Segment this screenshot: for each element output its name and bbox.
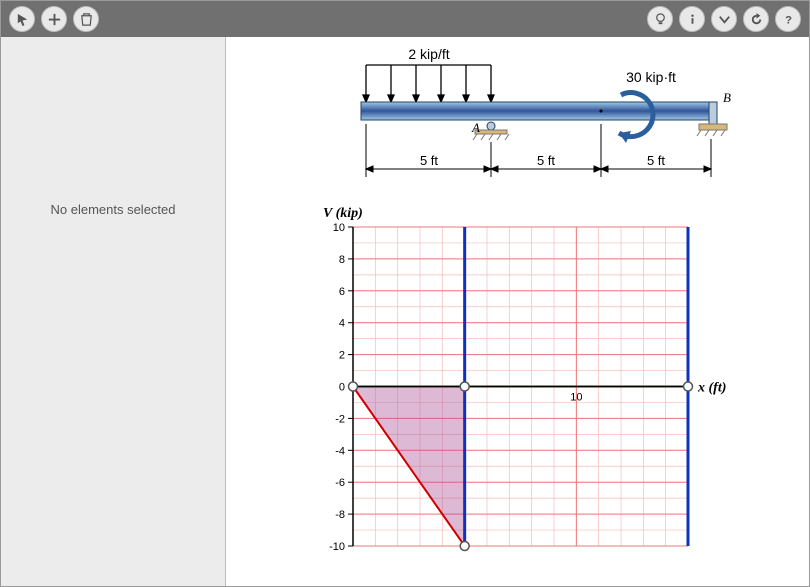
y-axis-label: V (kip) [323,206,363,221]
svg-text:2: 2 [339,350,345,362]
span2-label: 5 ft [536,153,554,168]
moment-label: 30 kip·ft [626,69,676,85]
svg-text:6: 6 [339,286,345,298]
info-button[interactable] [679,6,705,32]
trash-icon [79,12,94,27]
question-icon: ? [781,12,796,27]
add-button[interactable] [41,6,67,32]
svg-text:-2: -2 [335,413,345,425]
svg-text:-10: -10 [329,541,345,553]
bulb-icon [653,12,668,27]
svg-text:-6: -6 [335,477,345,489]
svg-text:4: 4 [339,318,345,330]
toolbar-right: ? [647,6,801,32]
delete-button[interactable] [73,6,99,32]
chevron-down-icon [717,12,732,27]
svg-text:0: 0 [339,382,345,394]
svg-text:10: 10 [570,392,582,404]
x-axis-label: x (ft) [697,381,726,396]
canvas-area[interactable]: 2 kip/ft A B [226,37,809,586]
support-b-label: B [723,90,731,105]
info-icon [685,12,700,27]
plus-icon [47,12,62,27]
sidebar-empty-msg: No elements selected [50,202,175,217]
pointer-icon [15,12,30,27]
toolbar-left [9,6,99,32]
shear-chart[interactable]: -10-8-6-4-2024681010V (kip)x (ft) [298,199,743,564]
help-button[interactable]: ? [775,6,801,32]
body: No elements selected 2 kip/ft [1,37,809,586]
dist-load-label: 2 kip/ft [408,47,449,62]
app-frame: ? No elements selected 2 kip/ft [0,0,810,587]
reset-button[interactable] [743,6,769,32]
svg-text:?: ? [785,14,792,26]
svg-text:-8: -8 [335,509,345,521]
span1-label: 5 ft [419,153,437,168]
support-a-label: A [471,120,480,135]
span3-label: 5 ft [646,153,664,168]
collapse-button[interactable] [711,6,737,32]
svg-text:-4: -4 [335,445,345,457]
refresh-icon [749,12,764,27]
svg-text:10: 10 [333,222,345,234]
hint-button[interactable] [647,6,673,32]
sidebar: No elements selected [1,37,226,586]
svg-text:8: 8 [339,254,345,266]
pointer-button[interactable] [9,6,35,32]
beam-diagram: 2 kip/ft A B [311,47,731,197]
toolbar: ? [1,1,809,37]
